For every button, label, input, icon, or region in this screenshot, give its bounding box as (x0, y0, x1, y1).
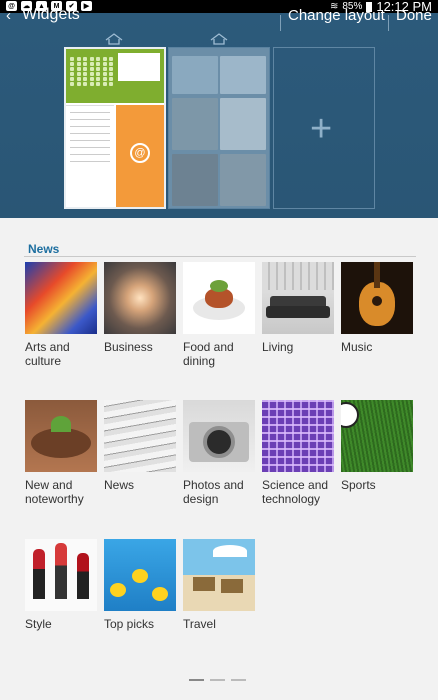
category-top-picks[interactable]: Top picks (104, 539, 178, 631)
category-music[interactable]: Music (341, 262, 415, 354)
category-sports[interactable]: Sports (341, 400, 415, 492)
category-travel[interactable]: Travel (183, 539, 257, 631)
youtube-icon: ▶ (81, 1, 92, 11)
category-thumbnail (104, 262, 176, 334)
page-indicator (189, 679, 246, 681)
page-title[interactable]: Widgets (22, 6, 80, 24)
category-label: Sports (341, 478, 376, 492)
category-label: Living (262, 340, 294, 354)
calendar-widget-preview (66, 49, 164, 103)
category-picker: News Arts and culture Business Food and di… (0, 218, 438, 700)
category-thumbnail (25, 539, 97, 611)
section-divider (24, 256, 416, 257)
category-thumbnail (25, 400, 97, 472)
calendar-grid (70, 57, 115, 86)
category-photos-and-design[interactable]: Photos and design (183, 400, 257, 506)
category-label: Business (104, 340, 153, 354)
magazine-tile (172, 56, 218, 94)
home-screen-editor: ‹ Widgets Change layout Done @ + (0, 6, 438, 218)
home-page-thumbnail[interactable] (168, 47, 270, 209)
action-divider (388, 15, 389, 31)
done-button[interactable]: Done (396, 7, 432, 24)
home-page-thumbnail[interactable]: @ (64, 47, 166, 209)
category-business[interactable]: Business (104, 262, 178, 354)
category-label: Food and dining (183, 340, 234, 368)
email-widget-preview: @ (116, 105, 164, 207)
category-thumbnail (341, 262, 413, 334)
section-title: News (28, 242, 60, 256)
magazine-tile (220, 154, 266, 206)
back-icon[interactable]: ‹ (6, 7, 11, 24)
category-label: Arts and culture (25, 340, 70, 368)
magazine-tile (172, 154, 218, 206)
category-new-and-noteworthy[interactable]: New and noteworthy (25, 400, 99, 506)
notes-widget-preview (66, 105, 114, 207)
category-thumbnail (262, 262, 334, 334)
category-thumbnail (104, 400, 176, 472)
category-label: Photos and design (183, 478, 244, 506)
page-dot (210, 679, 225, 681)
magazine-tile (220, 98, 266, 150)
magazine-tile (172, 98, 218, 150)
add-page-icon[interactable]: + (310, 108, 332, 151)
category-thumbnail (183, 539, 255, 611)
category-food-and-dining[interactable]: Food and dining (183, 262, 257, 368)
calendar-event-panel (118, 53, 160, 81)
category-style[interactable]: Style (25, 539, 99, 631)
category-thumbnail (25, 262, 97, 334)
category-news[interactable]: News (104, 400, 178, 492)
home-page-indicator-icon[interactable] (105, 32, 123, 45)
page-dot (231, 679, 246, 681)
action-divider (280, 15, 281, 31)
magazine-tile (220, 56, 266, 94)
category-label: New and noteworthy (25, 478, 84, 506)
category-label: Travel (183, 617, 216, 631)
category-label: News (104, 478, 135, 492)
category-arts-and-culture[interactable]: Arts and culture (25, 262, 99, 368)
category-label: Music (341, 340, 373, 354)
category-living[interactable]: Living (262, 262, 336, 354)
category-science-and-technology[interactable]: Science and technology (262, 400, 336, 506)
email-icon: @ (130, 143, 150, 163)
set-home-page-icon[interactable] (210, 32, 228, 45)
add-page-slot[interactable]: + (273, 47, 375, 209)
page-dot-active (189, 679, 204, 681)
category-thumbnail (341, 400, 413, 472)
category-thumbnail (183, 400, 255, 472)
category-label: Top picks (104, 617, 155, 631)
change-layout-button[interactable]: Change layout (288, 7, 385, 24)
category-label: Science and technology (262, 478, 329, 506)
category-thumbnail (183, 262, 255, 334)
category-label: Style (25, 617, 52, 631)
category-thumbnail (262, 400, 334, 472)
category-thumbnail (104, 539, 176, 611)
